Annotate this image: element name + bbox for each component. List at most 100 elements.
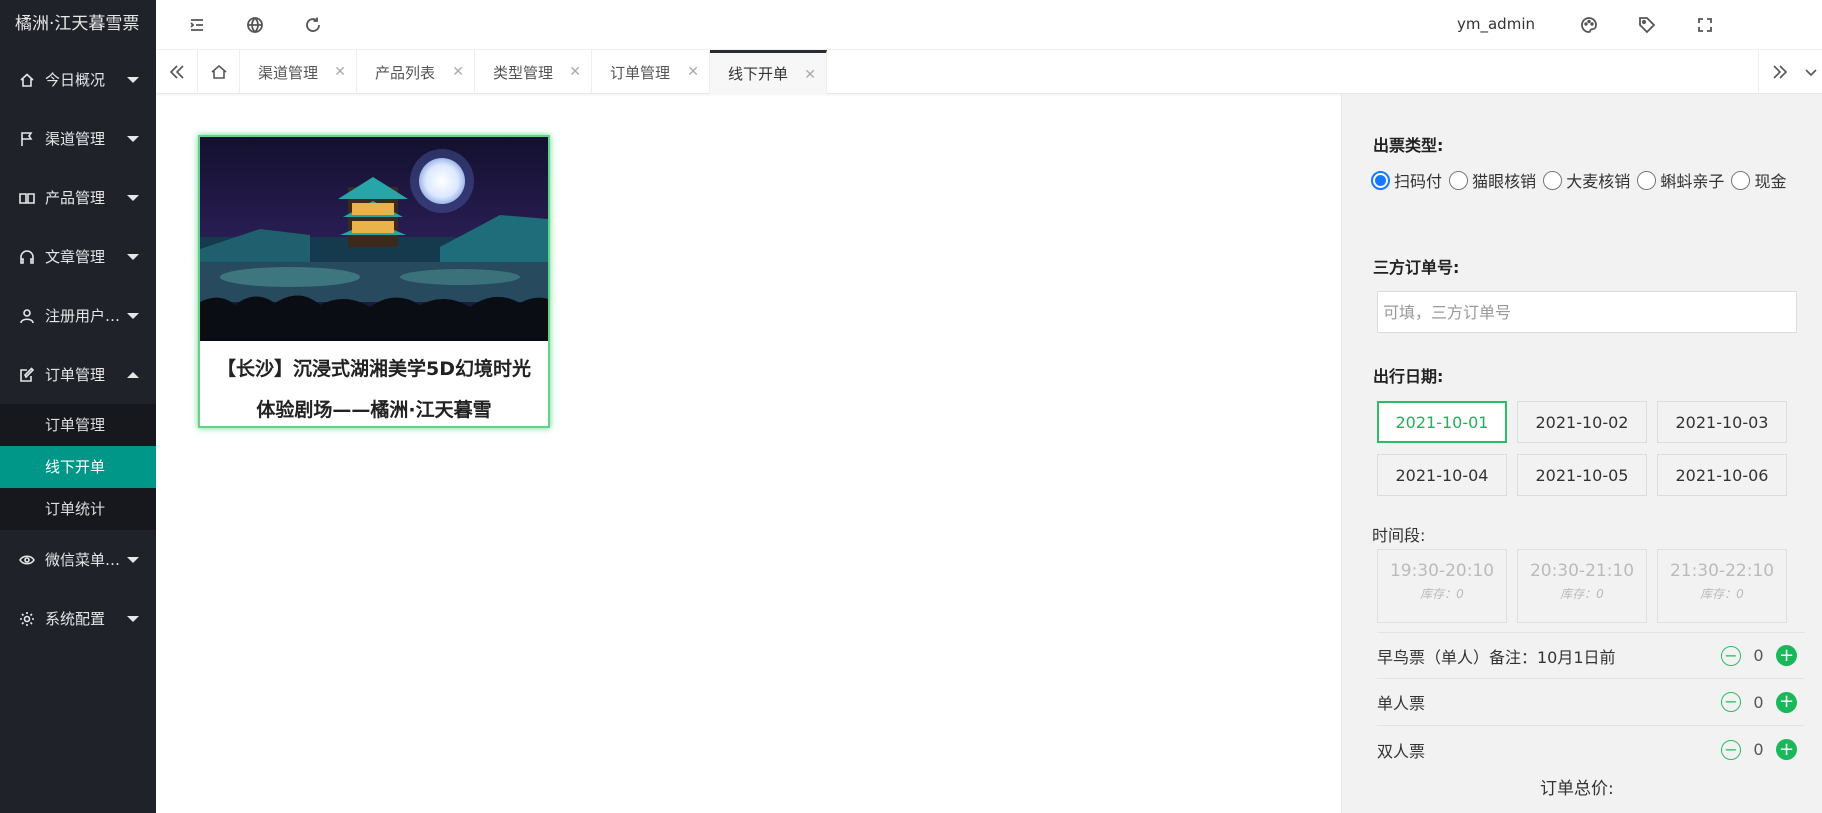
third-party-order-input[interactable] [1377,291,1797,333]
caret-down-icon [127,195,139,201]
flag-icon [19,131,35,147]
product-title: 【长沙】沉浸式湖湘美学5D幻境时光 体验剧场——橘洲·江天暮雪 [200,341,548,431]
timeslot-label: 时间段: [1372,526,1426,545]
date-button[interactable]: 2021-10-03 [1657,401,1787,443]
sidebar-item-label: 文章管理 [45,248,106,266]
timeslot-time: 20:30-21:10 [1529,561,1635,581]
timeslot-time: 19:30-20:10 [1389,561,1495,581]
tab-label: 渠道管理 [258,63,319,82]
close-icon[interactable]: ✕ [452,64,464,80]
date-button[interactable]: 2021-10-06 [1657,454,1787,496]
sidebar-subitem-order-stats[interactable]: 订单统计 [0,488,156,530]
fullscreen-icon[interactable] [1694,14,1716,36]
home-icon [19,72,35,88]
sidebar-item-users[interactable]: 注册用户… [0,286,156,345]
radio-scan-pay[interactable] [1371,171,1390,190]
caret-down-icon [127,136,139,142]
product-title-line1: 【长沙】沉浸式湖湘美学5D幻境时光 [217,358,531,380]
ticket-name: 早鸟票（单人）备注：10月1日前 [1377,647,1616,667]
ticket-quantity: 0 [1753,646,1764,665]
tab-products[interactable]: 产品列表 ✕ [357,50,475,94]
product-card[interactable]: 【长沙】沉浸式湖湘美学5D幻境时光 体验剧场——橘洲·江天暮雪 [198,135,550,428]
sidebar-item-orders[interactable]: 订单管理 [0,345,156,404]
sidebar-item-overview[interactable]: 今日概况 [0,50,156,109]
ticket-quantity: 0 [1753,740,1764,759]
ticket-row: 早鸟票（单人）备注：10月1日前 − 0 + [1377,632,1805,679]
tab-label: 线下开单 [728,65,789,83]
tab-channels[interactable]: 渠道管理 ✕ [240,50,357,94]
ticket-name: 双人票 [1377,741,1426,761]
tab-scroll-left-icon[interactable] [156,50,198,94]
tab-label: 订单管理 [610,63,671,82]
tag-icon[interactable] [1636,14,1658,36]
globe-icon[interactable] [244,14,266,36]
tab-offline-order[interactable]: 线下开单 ✕ [710,50,827,94]
sidebar-subitem-offline-order[interactable]: 线下开单 [0,446,156,488]
sidebar-item-products[interactable]: 产品管理 [0,168,156,227]
headset-icon [19,249,35,265]
radio-kedou[interactable] [1637,171,1657,190]
tab-label: 产品列表 [375,63,436,82]
caret-down-icon [127,616,139,622]
palette-icon[interactable] [1578,14,1600,36]
user-menu[interactable]: ym_admin [1457,15,1535,33]
sidebar-item-label: 渠道管理 [45,130,106,148]
caret-down-icon [127,77,139,83]
close-icon[interactable]: ✕ [804,67,816,83]
orders-submenu: 订单管理 线下开单 订单统计 [0,404,156,530]
refresh-icon[interactable] [302,14,324,36]
timeslot-time: 21:30-22:10 [1669,561,1775,581]
sidebar-item-label: 注册用户… [45,307,121,325]
sidebar-subitem-order-manage[interactable]: 订单管理 [0,404,156,446]
tab-orders[interactable]: 订单管理 ✕ [592,50,710,94]
timeslot-option[interactable]: 21:30-22:10 库存：0 [1657,549,1787,623]
tab-menu-chevron-down-icon[interactable] [1800,50,1822,94]
timeslot-stock: 库存：0 [1700,587,1744,601]
book-icon [19,190,35,206]
minus-icon[interactable]: − [1721,692,1741,712]
plus-icon[interactable]: + [1776,739,1797,760]
eye-icon [19,552,35,568]
ticket-name: 单人票 [1377,694,1426,713]
caret-down-icon [127,557,139,563]
tab-scroll-right-icon[interactable] [1758,50,1800,94]
ticket-quantity: 0 [1753,692,1764,712]
radio-cash[interactable] [1731,171,1751,190]
date-button[interactable]: 2021-10-05 [1517,454,1647,496]
tab-types[interactable]: 类型管理 ✕ [475,50,592,94]
date-button[interactable]: 2021-10-02 [1517,401,1647,443]
ticket-type-label: 出票类型: [1373,136,1444,155]
home-tab-icon[interactable] [198,50,240,94]
menu-fold-icon[interactable] [186,14,208,36]
caret-up-icon [127,372,139,378]
order-panel: 出票类型: 扫码付 猫眼核销 大麦核销 蝌蚪亲子 现金 三方订单号: 出行日期:… [1341,94,1822,813]
radio-label: 大麦核销 [1566,172,1631,191]
radio-label: 蝌蚪亲子 [1660,172,1725,191]
timeslot-option[interactable]: 20:30-21:10 库存：0 [1517,549,1647,623]
plus-icon[interactable]: + [1776,691,1797,713]
order-total-label: 订单总价: [1540,779,1614,799]
date-button[interactable]: 2021-10-01 [1377,401,1507,443]
form-icon [19,366,35,383]
close-icon[interactable]: ✕ [334,64,346,80]
minus-icon[interactable]: − [1721,739,1741,760]
travel-date-label: 出行日期: [1373,367,1444,386]
close-icon[interactable]: ✕ [687,64,699,80]
sidebar-item-articles[interactable]: 文章管理 [0,227,156,286]
sidebar-item-label: 微信菜单… [45,551,121,569]
tab-label: 类型管理 [493,63,554,82]
radio-maoyan[interactable] [1449,171,1469,190]
sidebar-item-label: 订单管理 [45,366,106,384]
sidebar-item-label: 产品管理 [45,189,106,207]
minus-icon[interactable]: − [1721,645,1741,666]
radio-damai[interactable] [1543,171,1563,190]
sidebar-item-wechat-menu[interactable]: 微信菜单… [0,530,156,589]
sidebar-item-settings[interactable]: 系统配置 [0,589,156,648]
app-logo: 橘洲·江天暮雪票 [15,14,140,34]
sidebar-item-channels[interactable]: 渠道管理 [0,109,156,168]
date-button[interactable]: 2021-10-04 [1377,454,1507,496]
product-title-line2: 体验剧场——橘洲·江天暮雪 [256,399,492,421]
timeslot-option[interactable]: 19:30-20:10 库存：0 [1377,549,1507,623]
plus-icon[interactable]: + [1776,645,1797,666]
close-icon[interactable]: ✕ [569,64,581,80]
